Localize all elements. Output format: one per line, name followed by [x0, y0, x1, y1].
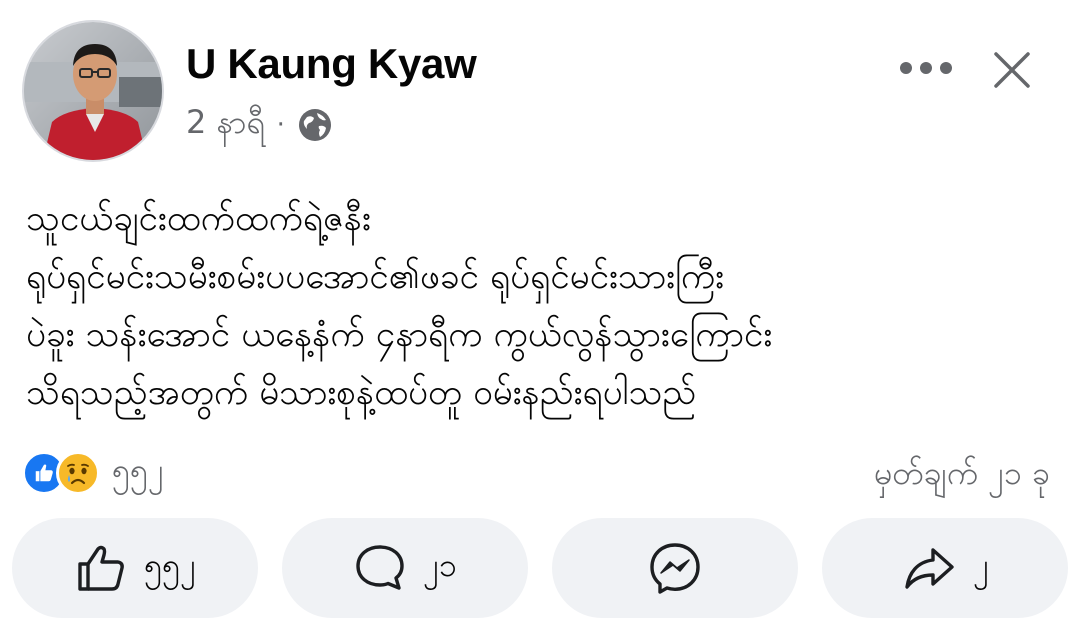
- share-count: ၂: [973, 546, 989, 584]
- share-icon: [905, 548, 954, 589]
- comments-count[interactable]: မှတ်ချက် ၂၁ ခု: [874, 452, 1050, 500]
- more-options-button[interactable]: [896, 48, 956, 88]
- like-button[interactable]: ၅၅၂: [12, 518, 258, 618]
- share-button[interactable]: ၂: [822, 518, 1068, 618]
- messenger-icon: [650, 543, 700, 594]
- reaction-count: ၅၅၂: [112, 451, 164, 489]
- action-bar: ၅၅၂ ၂၁ ၂: [12, 518, 1068, 618]
- post-text-line: ရုပ်ရှင်မင်းသမီးစမ်းပပအောင်၏ဖခင် ရုပ်ရှင…: [26, 257, 725, 297]
- avatar[interactable]: [22, 20, 164, 162]
- close-icon: [994, 52, 1030, 88]
- meta-separator: ·: [276, 110, 285, 140]
- comment-count: ၂၁: [423, 546, 457, 584]
- send-messenger-button[interactable]: [552, 518, 798, 618]
- globe-icon: [297, 107, 333, 143]
- post-text-line: သူငယ်ချင်းထက်ထက်ရဲ့ဇနီး: [26, 199, 371, 239]
- author-name[interactable]: U Kaung Kyaw: [186, 40, 477, 88]
- like-count: ၅၅၂: [144, 546, 196, 584]
- post-text-line: သိရသည့်အတွက် မိသားစုနဲ့ထပ်တူ ဝမ်းနည်းရပါ…: [26, 373, 697, 413]
- post-text-line: ပဲခူး သန်းအောင် ယနေ့နံက် ၄နာရီက ကွယ်လွန်…: [26, 315, 773, 355]
- post-meta: 2 နာရီ ·: [186, 103, 333, 147]
- comment-button[interactable]: ၂၁: [282, 518, 528, 618]
- close-button[interactable]: [988, 46, 1036, 94]
- comment-icon: [356, 545, 404, 590]
- more-horizontal-icon: [900, 62, 952, 74]
- reactions-summary[interactable]: ၅၅၂: [22, 450, 164, 496]
- post-card: U Kaung Kyaw 2 နာရီ · သူငယ်ချင်းထက်ထက်ရဲ…: [0, 0, 1080, 631]
- sad-reaction-icon: [56, 451, 100, 495]
- post-text: သူငယ်ချင်းထက်ထက်ရဲ့ဇနီး ရုပ်ရှင်မင်းသမီး…: [26, 190, 1061, 422]
- avatar-photo: [24, 22, 162, 160]
- like-icon: [78, 545, 124, 591]
- post-time[interactable]: 2 နာရီ: [186, 101, 265, 149]
